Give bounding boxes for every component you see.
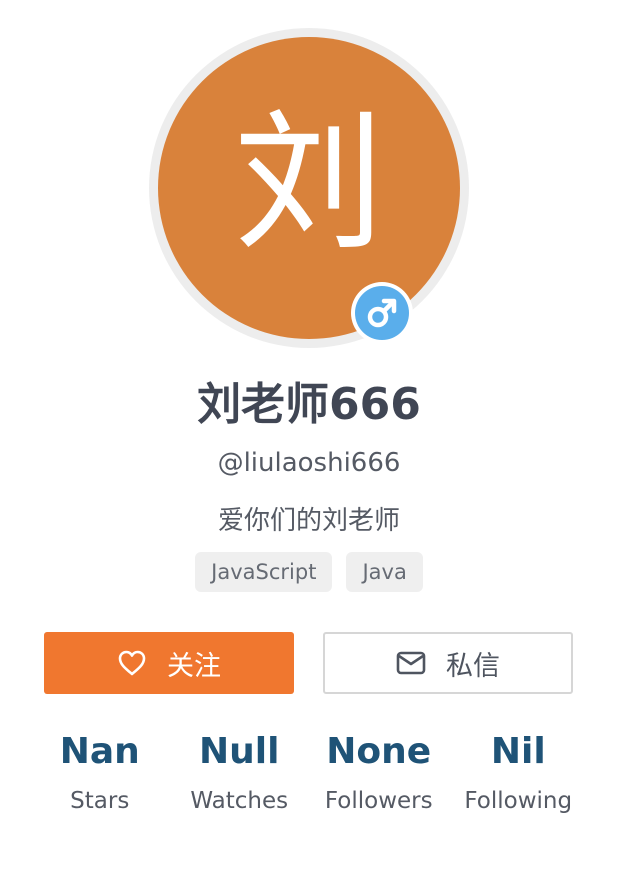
stat-watches[interactable]: Null Watches — [170, 728, 310, 814]
stat-value: None — [326, 731, 432, 772]
tag-list: JavaScript Java — [0, 552, 618, 592]
heart-icon — [118, 650, 146, 676]
stat-label: Watches — [190, 788, 289, 814]
tag-javascript[interactable]: JavaScript — [195, 552, 333, 592]
male-icon — [367, 298, 397, 328]
stat-label: Following — [464, 788, 573, 814]
username: @liulaoshi666 — [217, 448, 401, 478]
message-button-label: 私信 — [446, 650, 500, 682]
stat-value: Nan — [59, 731, 140, 772]
stats-bar: Nan Stars Null Watches None Followers Ni… — [30, 728, 588, 814]
stat-stars[interactable]: Nan Stars — [30, 728, 170, 814]
follow-button[interactable]: 关注 — [44, 632, 294, 694]
stat-label: Followers — [324, 788, 433, 814]
display-name: 刘老师666 — [197, 379, 421, 430]
gender-badge — [351, 282, 413, 344]
stat-followers[interactable]: None Followers — [309, 728, 449, 814]
bio: 爱你们的刘老师 — [217, 506, 400, 536]
stat-value: Null — [199, 731, 280, 772]
tag-java[interactable]: Java — [346, 552, 423, 592]
message-button[interactable]: 私信 — [323, 632, 573, 694]
avatar-initial: 刘 — [233, 97, 384, 271]
avatar[interactable]: 刘 — [158, 37, 460, 339]
envelope-icon — [396, 651, 426, 675]
stat-value: Nil — [490, 731, 546, 772]
follow-button-label: 关注 — [167, 650, 221, 682]
stat-label: Stars — [70, 788, 130, 814]
stat-following[interactable]: Nil Following — [449, 728, 589, 814]
